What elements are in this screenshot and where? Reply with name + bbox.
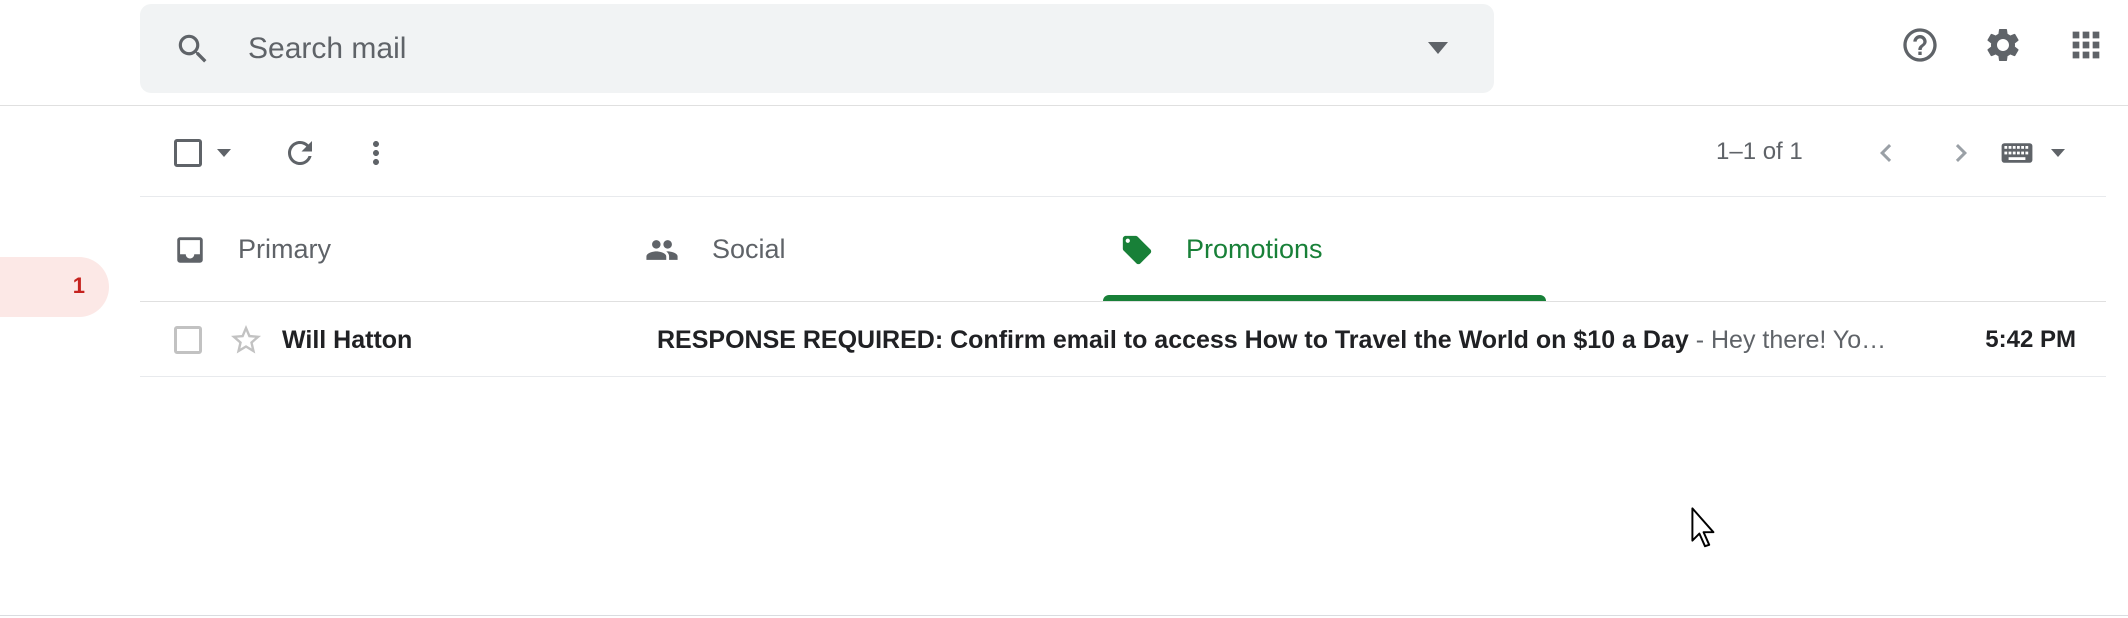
inbox-unread-badge[interactable]: 1 [0,257,109,317]
help-icon[interactable] [1900,25,1940,65]
mouse-cursor-icon [1691,507,1715,548]
unread-count: 1 [72,273,85,298]
tab-promotions[interactable]: Promotions [1103,197,1546,301]
tab-social[interactable]: Social [610,197,1083,301]
bottom-divider [0,615,2128,616]
select-dropdown-icon[interactable] [216,147,232,159]
older-icon[interactable] [1943,135,1979,171]
pagination-text: 1–1 of 1 [1716,138,1803,165]
tab-label: Social [712,234,786,264]
email-sender: Will Hatton [282,326,413,354]
email-row[interactable]: Will Hatton RESPONSE REQUIRED: Confirm e… [140,302,2106,377]
email-snippet: Hey there! Yo… [1710,326,1887,354]
subject-separator: - [1688,326,1711,354]
settings-icon[interactable] [1983,25,2023,65]
apps-icon[interactable] [2066,25,2106,65]
search-icon[interactable] [174,30,212,68]
newer-icon[interactable] [1868,135,1904,171]
search-bar[interactable] [140,4,1494,93]
email-subject-line: RESPONSE REQUIRED: Confirm email to acce… [657,326,2037,355]
input-tools-dropdown-icon[interactable] [2050,147,2066,159]
refresh-icon[interactable] [282,135,318,171]
email-select-checkbox[interactable] [174,326,202,354]
select-all-checkbox[interactable] [174,139,202,167]
email-subject: RESPONSE REQUIRED: Confirm email to acce… [657,326,1689,354]
active-tab-indicator [1103,295,1546,301]
keyboard-icon[interactable] [2000,139,2034,167]
tab-label: Promotions [1186,234,1323,264]
star-icon[interactable] [228,322,264,358]
more-icon[interactable] [358,135,394,171]
app-header [0,0,2128,106]
search-options-dropdown-icon[interactable] [1426,40,1450,56]
inbox-icon [177,237,203,263]
tab-primary[interactable]: Primary [140,197,610,301]
people-icon [646,240,678,260]
email-time: 5:42 PM [1985,326,2076,353]
search-input[interactable] [246,22,1350,76]
category-tabs: Primary Social Promotions [140,197,2106,302]
tag-icon [1122,235,1152,265]
tab-label: Primary [238,234,331,264]
mail-toolbar: 1–1 of 1 [140,106,2106,197]
